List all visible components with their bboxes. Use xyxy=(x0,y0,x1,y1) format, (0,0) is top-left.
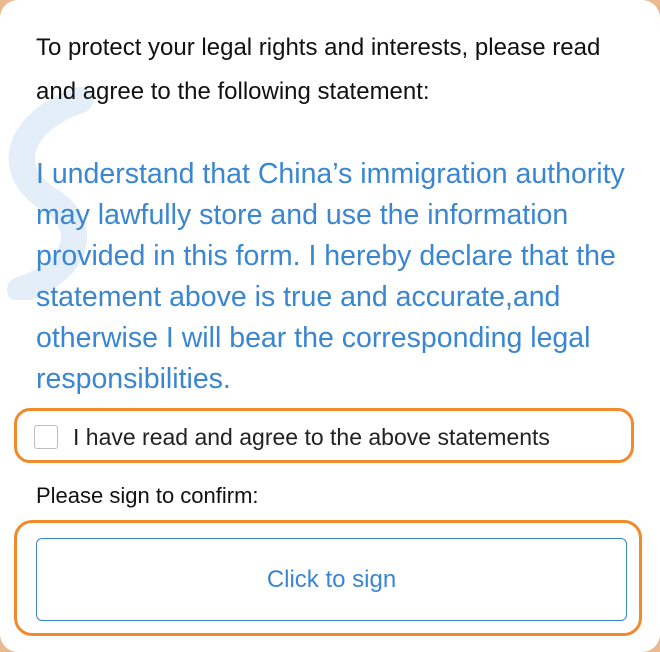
declaration-statement: I understand that China’s immigration au… xyxy=(36,158,625,395)
agreement-label: I have read and agree to the above state… xyxy=(73,423,550,450)
sign-button-label: Click to sign xyxy=(266,565,397,593)
click-to-sign-button[interactable]: Click to sign xyxy=(36,538,627,621)
intro-text: To protect your legal rights and interes… xyxy=(36,34,601,105)
sign-prompt: Please sign to confirm: xyxy=(36,483,259,508)
agreement-row[interactable]: I have read and agree to the above state… xyxy=(34,423,550,451)
declaration-card: To protect your legal rights and interes… xyxy=(0,0,660,652)
agreement-checkbox[interactable] xyxy=(34,425,58,449)
